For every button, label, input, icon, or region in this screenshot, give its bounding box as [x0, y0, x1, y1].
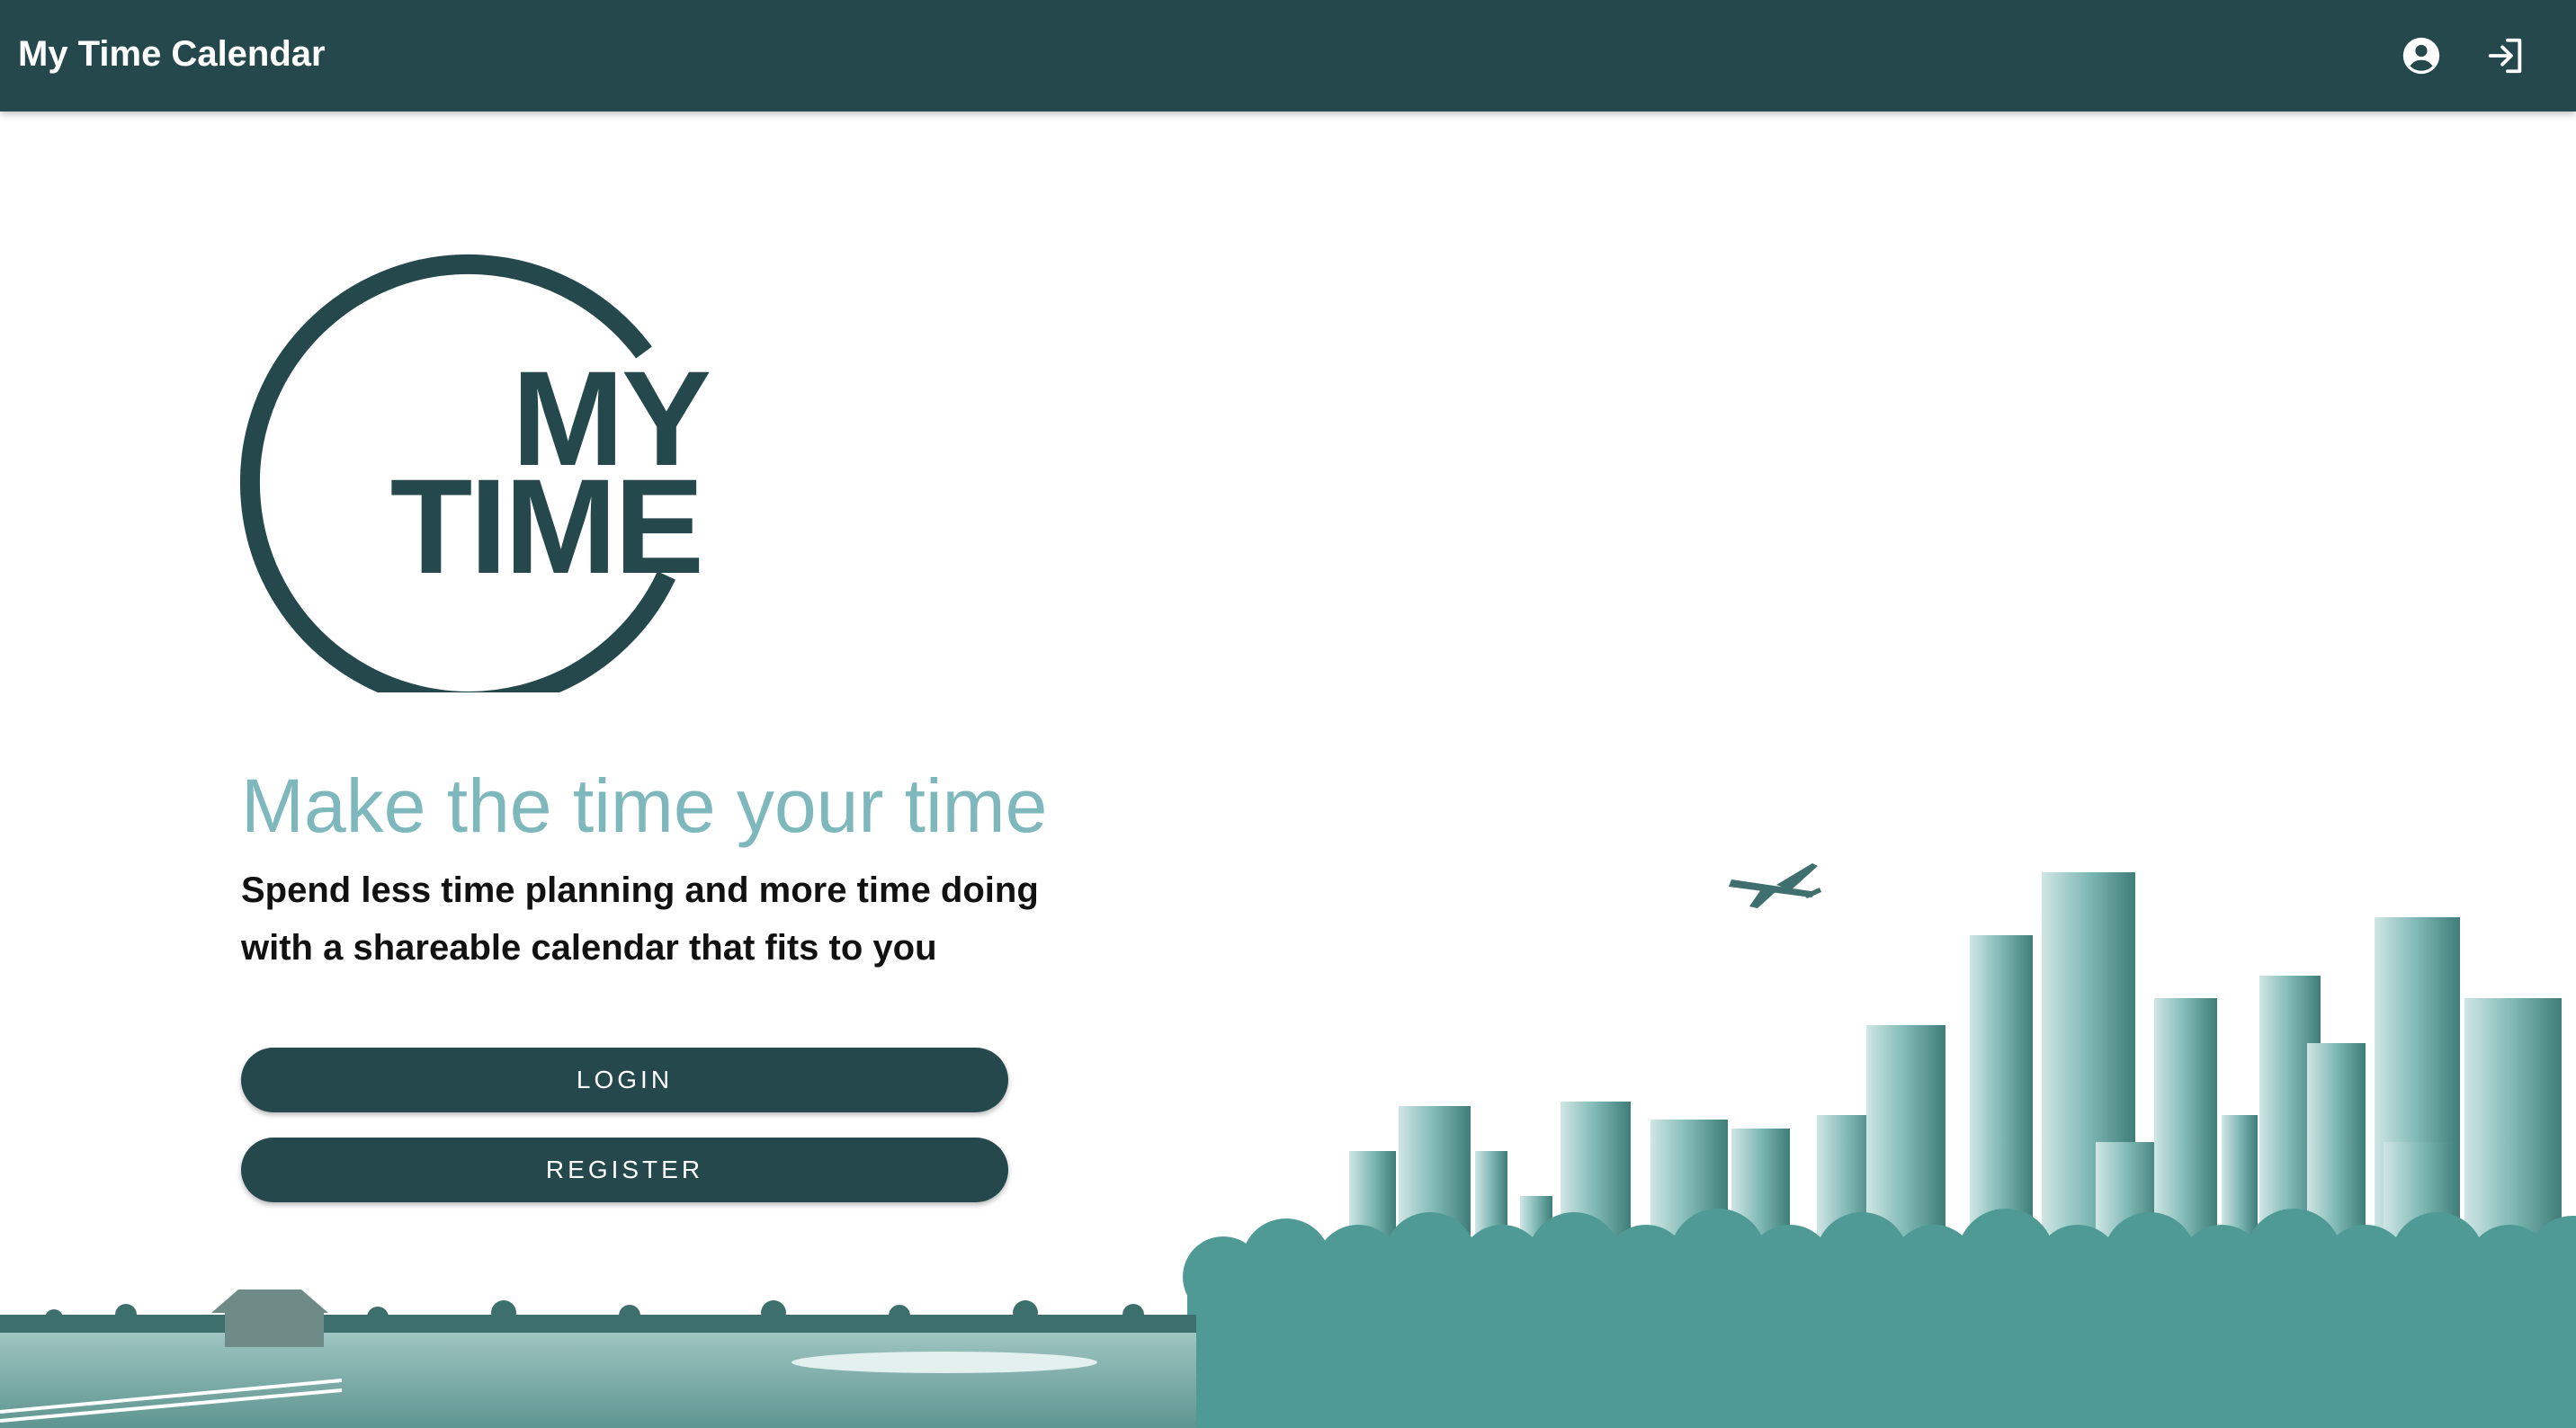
login-button[interactable]: LOGIN [241, 1048, 1008, 1112]
register-button[interactable]: REGISTER [241, 1138, 1008, 1202]
hero-headline: Make the time your time [241, 763, 1048, 848]
city-landscape-illustration [0, 863, 2576, 1428]
account-button[interactable] [2389, 23, 2454, 88]
airplane-icon [1729, 863, 1821, 908]
hero-subtitle-line-2: with a shareable calendar that fits to y… [241, 928, 937, 968]
logo-text-time: TIME [389, 451, 704, 602]
meadow [0, 1316, 1196, 1428]
forest [1183, 1209, 2576, 1428]
tree-line [0, 1300, 1196, 1333]
hero-subtitle-line-1: Spend less time planning and more time d… [241, 870, 1039, 910]
hero-subtitle: Spend less time planning and more time d… [241, 861, 1140, 977]
my-time-logo: MY TIME [221, 243, 725, 692]
account-circle-icon [2402, 37, 2440, 75]
app-bar: My Time Calendar [0, 0, 2576, 112]
skyscrapers [1349, 872, 2562, 1286]
pond [792, 1352, 1097, 1373]
app-title[interactable]: My Time Calendar [18, 27, 326, 81]
login-icon [2488, 38, 2522, 74]
fence [0, 1379, 343, 1423]
login-icon-button[interactable] [2473, 23, 2538, 88]
farmhouse [211, 1290, 328, 1347]
